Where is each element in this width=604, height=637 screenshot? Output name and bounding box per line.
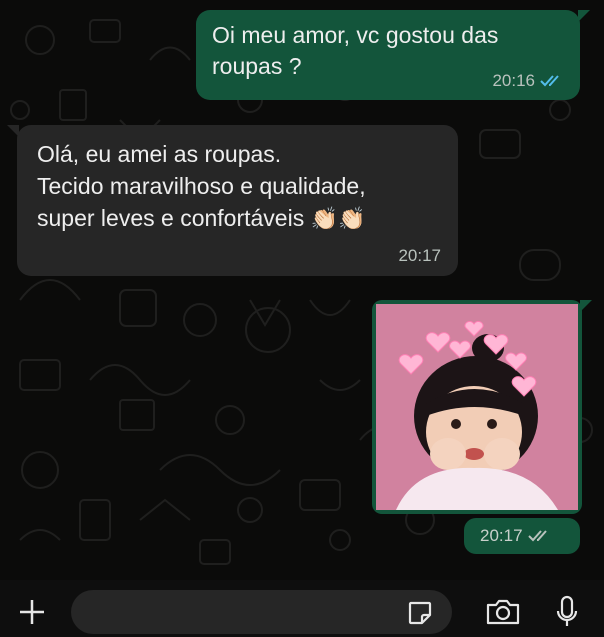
outgoing-message-bubble[interactable]: Oi meu amor, vc gostou das roupas ? 20:1… [196, 10, 580, 100]
image-timestamp-chip: 20:17 [464, 518, 580, 554]
message-meta: 20:17 [480, 526, 552, 546]
bubble-tail [578, 10, 590, 22]
camera-icon[interactable] [484, 596, 522, 628]
read-ticks-icon [527, 530, 547, 542]
photo-thumbnail[interactable] [376, 304, 578, 510]
message-input[interactable] [71, 590, 452, 634]
message-time: 20:16 [492, 71, 535, 90]
bubble-tail [7, 125, 19, 137]
composer-bar [0, 580, 604, 637]
microphone-icon[interactable] [552, 592, 582, 632]
clap-emoji: 👏🏻👏🏻 [310, 206, 366, 231]
message-time: 20:17 [480, 526, 523, 545]
plus-icon[interactable] [14, 594, 50, 630]
bubble-tail [580, 300, 592, 312]
incoming-message-bubble[interactable]: Olá, eu amei as roupas. Tecido maravilho… [17, 125, 458, 276]
message-meta: 20:17 [398, 246, 441, 266]
message-text: Olá, eu amei as roupas. Tecido maravilho… [37, 138, 438, 235]
read-ticks-icon [540, 75, 559, 87]
message-time: 20:17 [398, 246, 441, 265]
message-meta: 20:16 [492, 71, 564, 91]
outgoing-image-bubble[interactable] [372, 300, 582, 514]
sticker-icon[interactable] [404, 598, 436, 628]
